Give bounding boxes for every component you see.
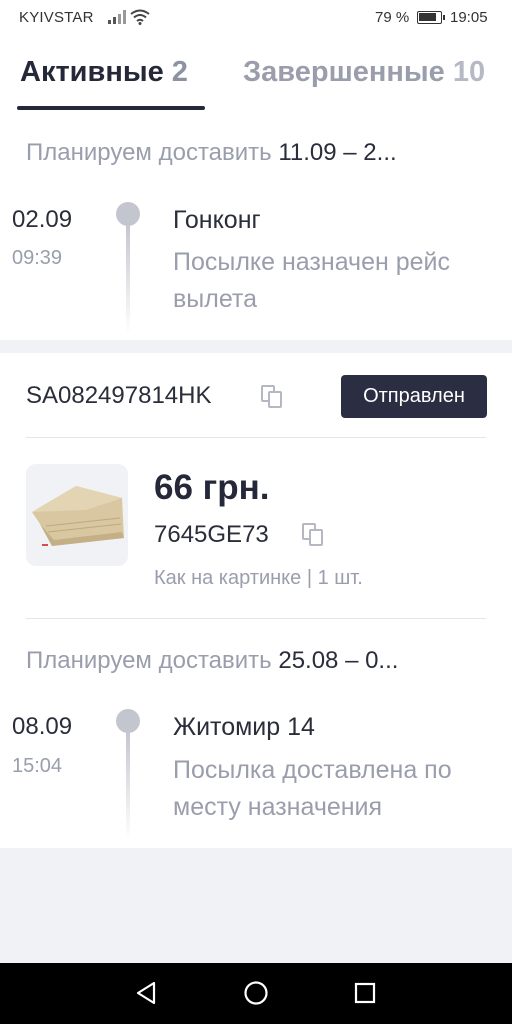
event-description: Посылка доставлена по месту назначения <box>173 756 452 821</box>
timeline-line <box>126 224 130 334</box>
shipment-card[interactable]: Планируем доставить 11.09 – 2... 02.09 0… <box>0 111 512 340</box>
item-variant: Как на картинке | 1 шт. <box>154 567 363 589</box>
tracking-number: SA082497814HK <box>26 382 212 409</box>
timeline-line <box>126 731 130 839</box>
copy-icon[interactable] <box>302 523 324 547</box>
battery-percent: 79 % <box>375 9 410 26</box>
orders-tabs: Активные 2 Завершенные 10 <box>0 36 512 111</box>
divider <box>26 437 486 438</box>
active-tab-indicator <box>17 106 205 110</box>
status-badge: Отправлен <box>341 375 487 418</box>
delivery-estimate-dates: 25.08 – 0... <box>278 647 399 674</box>
tab-completed[interactable]: Завершенные 10 <box>243 56 485 89</box>
status-bar: KYIVSTAR 79 % 19:05 <box>0 0 512 36</box>
event-time: 09:39 <box>12 247 63 269</box>
tab-count: 2 <box>171 56 188 88</box>
system-navigation-bar <box>0 963 512 1024</box>
signal-icon <box>108 10 126 24</box>
tab-label: Активные <box>20 56 164 88</box>
timeline-dot <box>116 709 140 733</box>
delivery-estimate-label: Планируем доставить <box>26 139 272 166</box>
divider <box>26 618 486 619</box>
event-date: 02.09 <box>12 206 73 233</box>
home-icon[interactable] <box>241 978 271 1008</box>
event-location: Гонконг <box>173 206 261 234</box>
shipment-card[interactable]: SA082497814HK Отправлен 66 грн. 7645GE73… <box>0 353 512 848</box>
delivery-estimate-label: Планируем доставить <box>26 647 272 674</box>
clock: 19:05 <box>450 9 488 26</box>
event-date: 08.09 <box>12 713 73 740</box>
wifi-icon <box>130 9 150 25</box>
delivery-estimate-dates: 11.09 – 2... <box>278 139 397 166</box>
product-thumbnail[interactable] <box>26 464 128 566</box>
event-time: 15:04 <box>12 755 63 777</box>
delivery-estimate: Планируем доставить 25.08 – 0... <box>26 647 486 675</box>
copy-icon[interactable] <box>261 385 283 409</box>
item-price: 66 грн. <box>154 468 270 507</box>
timeline-dot <box>116 202 140 226</box>
event-description: Посылке назначен рейс вылета <box>173 248 451 313</box>
carrier-label: KYIVSTAR <box>19 9 94 26</box>
coffee-filter-image <box>32 486 124 546</box>
tab-count: 10 <box>452 56 486 88</box>
tab-label: Завершенные <box>243 56 445 88</box>
tab-active[interactable]: Активные 2 <box>20 56 188 89</box>
event-location: Житомир 14 <box>173 713 315 741</box>
item-sku: 7645GE73 <box>154 521 269 548</box>
back-icon[interactable] <box>132 978 162 1008</box>
recents-icon[interactable] <box>350 978 380 1008</box>
delivery-estimate: Планируем доставить 11.09 – 2... <box>26 139 486 167</box>
battery-icon <box>417 11 445 24</box>
